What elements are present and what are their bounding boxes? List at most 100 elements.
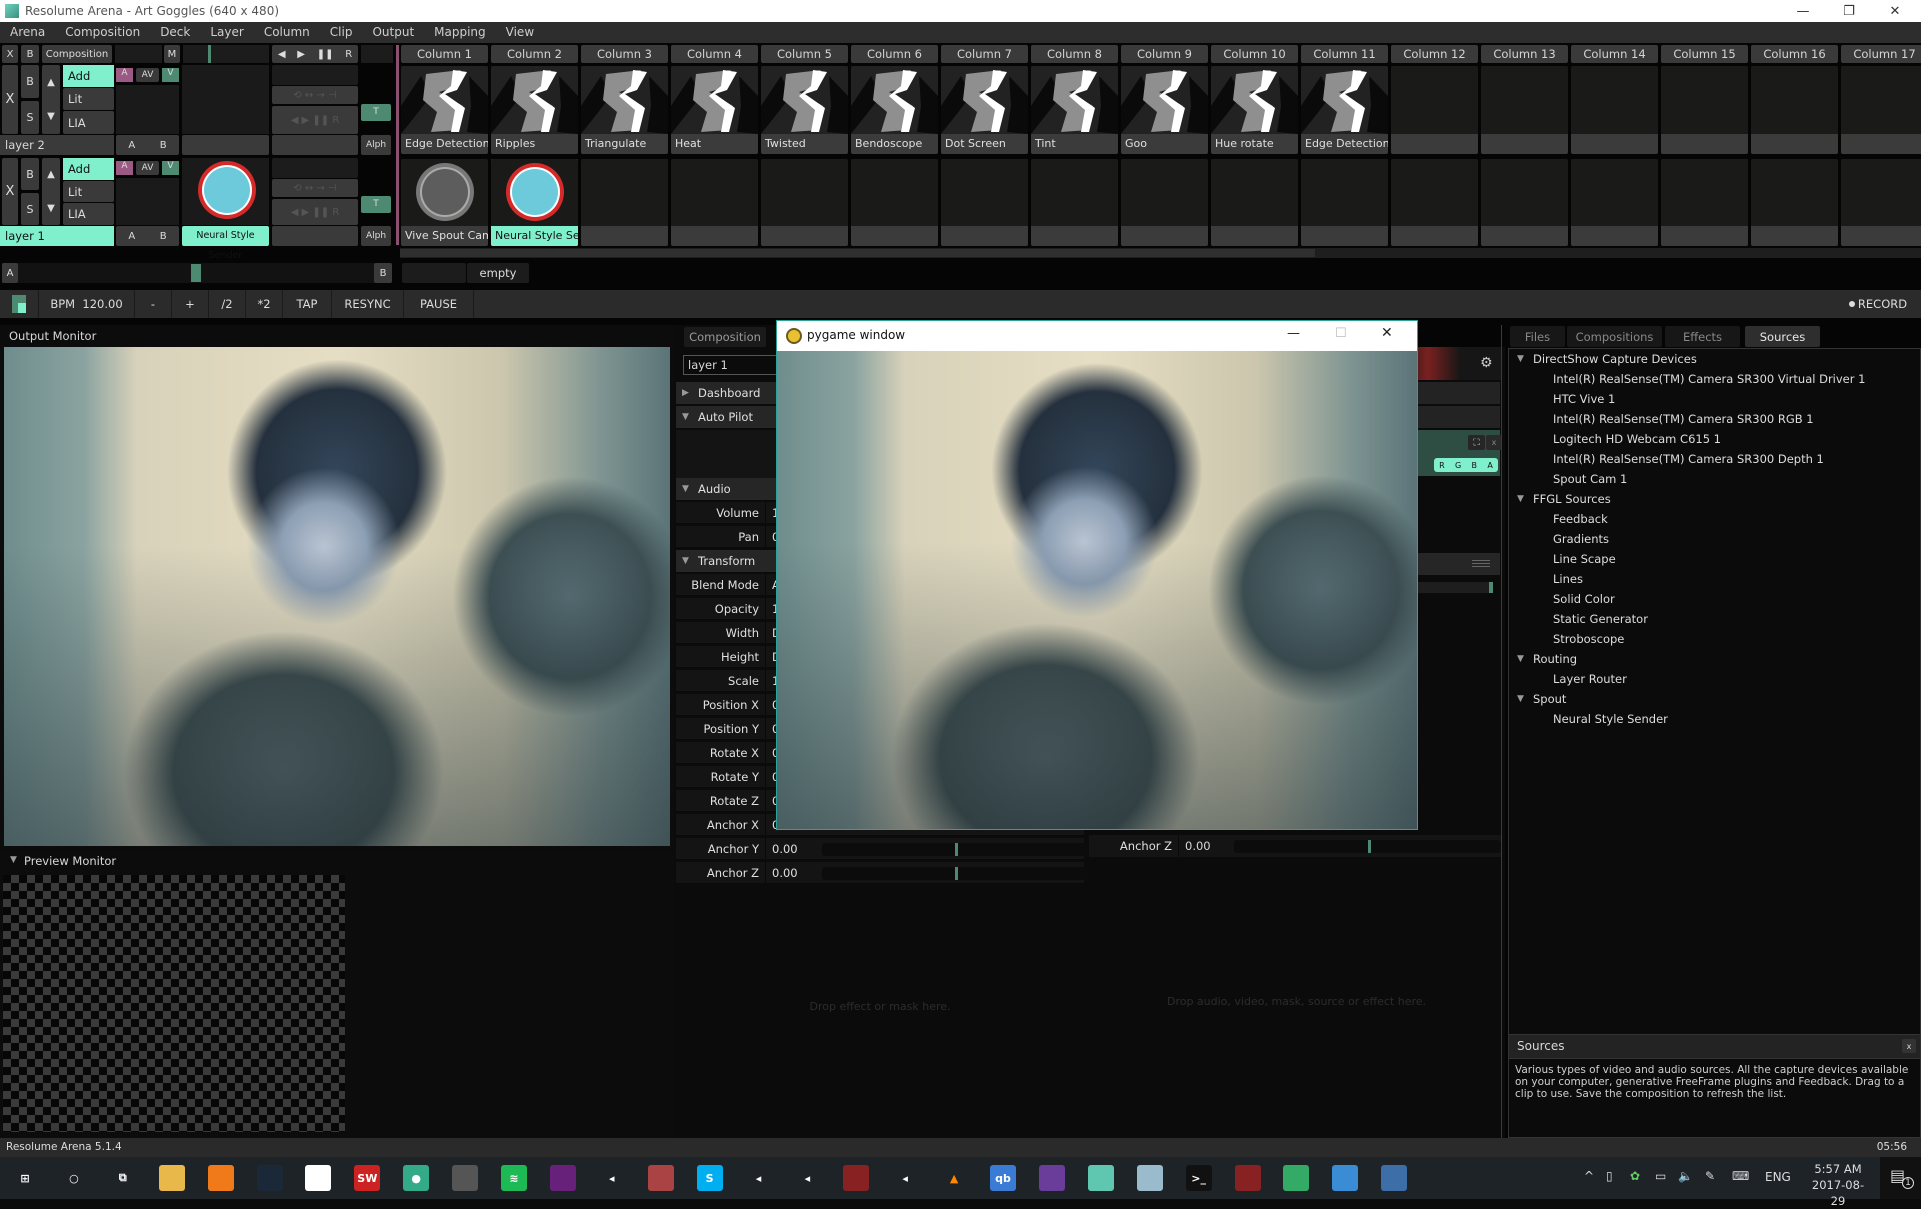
pygame-maximize-button[interactable]: ☐ <box>1335 326 1347 341</box>
empty-clip-slot[interactable] <box>1121 159 1208 246</box>
column-header[interactable]: Column 1 <box>401 45 488 63</box>
layer-2-scrub[interactable] <box>272 65 358 85</box>
menu-view[interactable]: View <box>496 22 544 43</box>
layer-1-scrub[interactable] <box>272 158 358 178</box>
origin-icon[interactable] <box>207 1165 234 1191</box>
clip-slot[interactable]: Neural Style Sender <box>491 159 578 246</box>
windows-start-icon[interactable]: ⊞ <box>12 1165 38 1191</box>
menu-arena[interactable]: Arena <box>0 22 55 43</box>
clip-slot[interactable]: Edge Detection <box>1301 66 1388 154</box>
column-header[interactable]: Column 2 <box>491 45 578 63</box>
resolume-icon[interactable] <box>1087 1165 1114 1191</box>
help-close-button[interactable]: x <box>1902 1039 1916 1053</box>
source-item[interactable]: Lines <box>1553 572 1583 586</box>
tab-effects[interactable]: Effects <box>1665 326 1740 347</box>
column-header[interactable]: Column 7 <box>941 45 1028 63</box>
record-button[interactable]: RECORD <box>1835 290 1921 318</box>
clip-anchor-z-slider[interactable] <box>1234 840 1501 853</box>
column-header[interactable]: Column 5 <box>761 45 848 63</box>
gpu-z-icon[interactable] <box>843 1165 870 1191</box>
clip-scrollbar-thumb[interactable] <box>400 249 1315 257</box>
source-item[interactable]: Line Scape <box>1553 552 1616 566</box>
layer-1-alpha-button[interactable]: Alph <box>361 226 391 246</box>
move-down-icon[interactable]: ▼ <box>47 203 55 214</box>
metronome-toggle[interactable] <box>0 290 39 318</box>
clip-slot[interactable]: Goo <box>1121 66 1208 154</box>
bpm-double-button[interactable]: *2 <box>246 290 283 318</box>
bpm-decrease-button[interactable]: - <box>135 290 172 318</box>
language-indicator[interactable]: ENG <box>1765 1170 1791 1184</box>
fullscreen-icon[interactable]: ⛶ <box>1468 435 1485 450</box>
menu-column[interactable]: Column <box>254 22 320 43</box>
tab-sources[interactable]: Sources <box>1745 326 1820 347</box>
steam-icon[interactable] <box>256 1165 283 1191</box>
source-item[interactable]: Solid Color <box>1553 592 1615 606</box>
gear-icon[interactable]: ⚙ <box>1480 355 1493 371</box>
layer-1-audio-button[interactable]: A <box>116 161 133 175</box>
source-item[interactable]: Static Generator <box>1553 612 1648 626</box>
source-item[interactable]: Neural Style Sender <box>1553 712 1668 726</box>
source-item[interactable]: Feedback <box>1553 512 1608 526</box>
property-value[interactable]: 0.00 <box>772 862 798 884</box>
tree-group[interactable]: ▼ Routing <box>1517 652 1577 666</box>
column-header[interactable]: Column 3 <box>581 45 668 63</box>
gpu-z-2-icon[interactable] <box>1234 1165 1261 1191</box>
layer-2-blend3-select[interactable]: LIA <box>63 111 114 134</box>
empty-clip-slot[interactable] <box>1751 66 1838 154</box>
layer-name-field[interactable]: layer 1 <box>683 355 783 375</box>
unity-icon[interactable]: ◂ <box>599 1165 625 1191</box>
tree-group[interactable]: ▼ FFGL Sources <box>1517 492 1611 506</box>
tree-group[interactable]: ▼ Spout <box>1517 692 1566 706</box>
tray-overflow-icon[interactable]: ^ <box>1584 1169 1594 1183</box>
empty-clip-slot[interactable] <box>671 159 758 246</box>
spotify-icon[interactable]: ≋ <box>501 1165 527 1191</box>
menu-deck[interactable]: Deck <box>150 22 200 43</box>
empty-clip-slot[interactable] <box>1571 66 1658 154</box>
composition-clear-button[interactable]: X <box>2 45 18 63</box>
layer-1-blend-select[interactable]: Add <box>63 158 114 180</box>
layer-2-clear-button[interactable]: X <box>2 65 18 134</box>
prev-icon[interactable]: ◀ <box>278 49 286 60</box>
python-icon[interactable] <box>1381 1165 1408 1191</box>
play-icon[interactable]: ▶ <box>297 49 305 60</box>
layer-1-av-button[interactable]: AV <box>136 161 159 175</box>
source-item[interactable]: Intel(R) RealSense(TM) Camera SR300 Dept… <box>1553 452 1824 466</box>
layer-1-a-button[interactable]: A <box>128 231 135 242</box>
slack-icon[interactable]: # <box>305 1165 332 1191</box>
android-icon[interactable] <box>1283 1165 1310 1191</box>
source-item[interactable]: Spout Cam 1 <box>1553 472 1627 486</box>
layer-2-name[interactable]: layer 2 <box>0 135 114 155</box>
column-header[interactable]: Column 10 <box>1211 45 1298 63</box>
layer-1-b-button[interactable]: B <box>160 231 167 242</box>
skype-icon[interactable]: S <box>696 1165 723 1191</box>
close-button[interactable]: ✕ <box>1872 0 1918 22</box>
resync-button[interactable]: RESYNC <box>332 290 404 318</box>
tray-clock[interactable]: 5:57 AM 2017-08-29 <box>1808 1161 1868 1209</box>
clip-slot[interactable]: Dot Screen <box>941 66 1028 154</box>
move-up-icon[interactable]: ▲ <box>47 77 55 88</box>
pygame-minimize-button[interactable]: — <box>1287 326 1300 341</box>
unity-icon[interactable]: ◂ <box>892 1165 918 1191</box>
empty-clip-slot[interactable] <box>1841 66 1921 154</box>
composition-bypass-button[interactable]: B <box>21 45 39 63</box>
menu-clip[interactable]: Clip <box>320 22 363 43</box>
empty-clip-slot[interactable] <box>851 159 938 246</box>
layer-2-audio-button[interactable]: A <box>116 68 133 82</box>
column-header[interactable]: Column 16 <box>1751 45 1838 63</box>
empty-clip-slot[interactable] <box>1751 159 1838 246</box>
unity-icon[interactable]: ◂ <box>746 1165 772 1191</box>
crossfader-handle[interactable] <box>191 264 201 282</box>
layer-2-b-button[interactable]: B <box>160 140 167 151</box>
purple-app-icon[interactable] <box>1038 1165 1065 1191</box>
layer-2-video-button[interactable]: V <box>162 68 179 82</box>
clip-slot[interactable]: Heat <box>671 66 758 154</box>
minimize-button[interactable]: — <box>1780 0 1826 22</box>
task-view-icon[interactable]: ⧉ <box>110 1165 136 1191</box>
control-panel-icon[interactable] <box>1332 1165 1359 1191</box>
bpm-increase-button[interactable]: + <box>172 290 209 318</box>
layer-1-bypass-button[interactable]: B <box>21 158 39 190</box>
column-header[interactable]: Column 17 <box>1841 45 1921 63</box>
empty-clip-slot[interactable] <box>1661 66 1748 154</box>
pen-icon[interactable]: ✎ <box>1705 1169 1715 1183</box>
layer-1-solo-button[interactable]: S <box>21 193 39 225</box>
